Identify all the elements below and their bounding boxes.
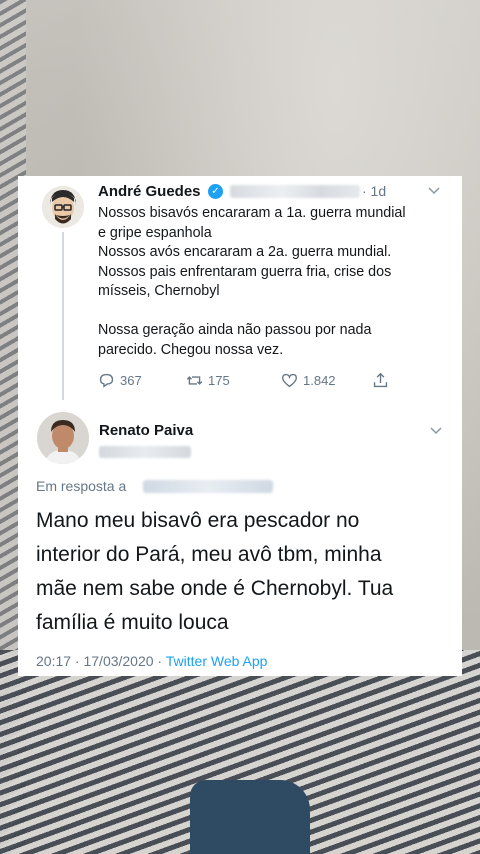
like-button[interactable]: 1.842 xyxy=(281,372,336,389)
reply-button[interactable]: 367 xyxy=(98,372,142,389)
retweet-count: 175 xyxy=(208,373,230,388)
retweet-button[interactable]: 175 xyxy=(186,372,230,389)
blue-fabric-patch xyxy=(190,780,310,854)
reply-to-handle-blurred xyxy=(143,480,273,493)
chevron-down-icon[interactable] xyxy=(428,184,440,198)
in-reply-to-label: Em resposta a xyxy=(36,478,127,494)
thread-line xyxy=(62,232,64,400)
author-handle-blurred xyxy=(99,446,191,458)
reply-text: Mano meu bisavô era pescador no interior… xyxy=(36,504,456,640)
source-app-link[interactable]: Twitter Web App xyxy=(166,653,268,669)
reply-line: Mano meu bisavô era pescador no xyxy=(36,509,360,532)
tweet-screenshot-card: André Guedes ✓ · 1d Nossos bisavós encar… xyxy=(18,176,462,676)
avatar[interactable] xyxy=(37,412,89,464)
tweet-meta: 20:17 · 17/03/2020 · Twitter Web App xyxy=(36,653,267,669)
tweet-text: Nossos bisavós encararam a 1a. guerra mu… xyxy=(98,204,448,360)
reply-line: mãe nem sabe onde é Chernobyl. Tua xyxy=(36,577,394,600)
author-handle-blurred xyxy=(230,185,360,198)
timestamp[interactable]: 20:17 · 17/03/2020 · xyxy=(36,653,162,669)
tweet-line: Nossos pais enfrentaram guerra fria, cri… xyxy=(98,263,392,280)
reply-line: família é muito louca xyxy=(36,611,229,634)
tweet-time[interactable]: · 1d xyxy=(362,183,386,199)
like-count: 1.842 xyxy=(303,373,336,388)
retweet-icon xyxy=(186,376,203,385)
tweet-line: Nossos bisavós encararam a 1a. guerra mu… xyxy=(98,205,406,221)
tweet-line: mísseis, Chernobyl xyxy=(98,283,220,299)
tweet-line: parecido. Chegou nossa vez. xyxy=(98,341,284,358)
share-icon xyxy=(373,372,388,388)
original-tweet[interactable]: André Guedes ✓ · 1d Nossos bisavós encar… xyxy=(18,176,462,400)
share-button[interactable] xyxy=(372,372,389,389)
author-name[interactable]: Renato Paiva xyxy=(99,422,193,439)
reply-icon xyxy=(99,373,114,388)
tweet-line: Nossos avós encararam a 2a. guerra mundi… xyxy=(98,244,392,260)
chevron-down-icon[interactable] xyxy=(430,424,442,438)
reply-line: interior do Pará, meu avô tbm, minha xyxy=(36,543,382,566)
author-name[interactable]: André Guedes xyxy=(98,183,201,200)
like-icon xyxy=(282,373,297,388)
reply-tweet[interactable]: Renato Paiva Em resposta a Mano meu bisa… xyxy=(18,406,462,676)
avatar[interactable] xyxy=(42,186,84,228)
tweet-line: Nossa geração ainda não passou por nada xyxy=(98,322,372,338)
reply-count: 367 xyxy=(120,373,142,388)
tweet-actions: 367 175 1.842 xyxy=(98,372,418,392)
tweet-line: e gripe espanhola xyxy=(98,224,212,241)
verified-icon: ✓ xyxy=(208,184,223,199)
